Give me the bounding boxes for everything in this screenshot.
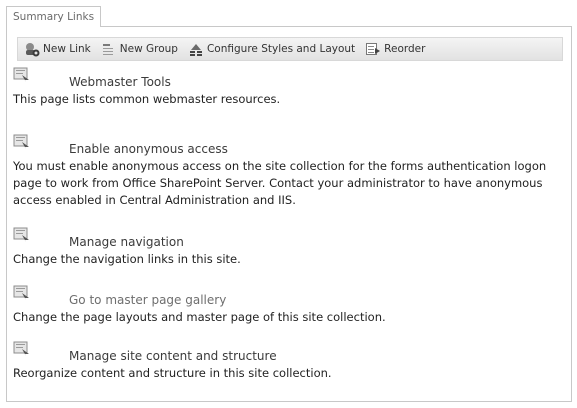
link-title[interactable]: Manage site content and structure [69,349,277,363]
summary-links-tab[interactable]: Summary Links [6,6,102,27]
reorder-label: Reorder [384,43,426,55]
link-description: You must enable anonymous access on the … [13,159,547,207]
link-title[interactable]: Manage navigation [69,235,184,249]
link-item-icon [13,67,31,83]
link-description: Reorganize content and structure in this… [13,366,332,380]
link-description: This page lists common webmaster resourc… [13,92,281,106]
link-item-icon [13,285,31,301]
configure-styles-label: Configure Styles and Layout [206,43,356,55]
link-item-icon [13,341,31,357]
link-title[interactable]: Enable anonymous access [69,142,228,156]
link-title[interactable]: Webmaster Tools [69,75,171,89]
new-group-label: New Group [119,43,178,55]
configure-styles-icon [188,41,204,57]
summary-links-toolbar: New Link New Group Configure Styles and … [17,37,563,61]
new-group-button[interactable]: New Group [101,41,178,57]
link-item-icon [13,227,31,243]
reorder-icon [365,41,381,57]
new-link-icon [24,41,40,57]
new-link-button[interactable]: New Link [24,41,91,57]
new-group-icon [101,41,117,57]
configure-styles-button[interactable]: Configure Styles and Layout [188,41,355,57]
summary-links-webpart: Summary Links New Link New Group Configu… [6,6,572,402]
reorder-button[interactable]: Reorder [365,41,425,57]
link-title[interactable]: Go to master page gallery [69,293,226,307]
new-link-label: New Link [43,43,91,55]
link-description: Change the page layouts and master page … [13,310,386,324]
link-description: Change the navigation links in this site… [13,252,241,266]
summary-links-panel: New Link New Group Configure Styles and … [6,26,572,402]
link-item-icon [13,134,31,150]
